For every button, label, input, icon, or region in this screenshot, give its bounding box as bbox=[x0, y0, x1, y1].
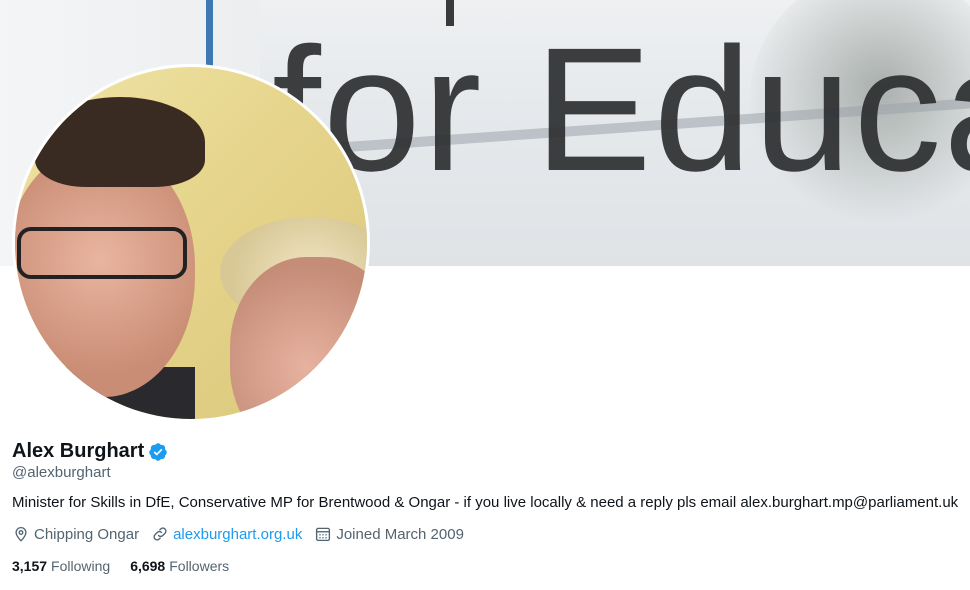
location-pin-icon bbox=[15, 527, 27, 542]
profile-name: Alex Burghart bbox=[12, 440, 145, 462]
followers-count: 6,698 bbox=[130, 558, 166, 574]
location-text: Chipping Ongar bbox=[34, 525, 140, 543]
profile-avatar[interactable] bbox=[12, 64, 370, 422]
following-stat[interactable]: 3,157 Following bbox=[12, 558, 110, 574]
profile-handle: @alexburghart bbox=[12, 464, 111, 481]
website-link[interactable]: alexburghart.org.uk bbox=[173, 526, 302, 543]
avatar-glasses bbox=[17, 227, 187, 279]
location-item: Chipping Ongar bbox=[12, 525, 139, 543]
followers-label: Followers bbox=[169, 558, 230, 574]
link-icon bbox=[153, 527, 167, 541]
profile-name-row: Alex Burghart bbox=[12, 440, 168, 463]
following-count: 3,157 bbox=[12, 558, 48, 574]
avatar-hair-left bbox=[35, 97, 205, 187]
verified-badge-icon[interactable] bbox=[148, 442, 168, 462]
profile-meta: Chipping Ongar alexburghart.org.uk Joine… bbox=[12, 525, 476, 543]
calendar-icon bbox=[316, 527, 331, 542]
website-item[interactable]: alexburghart.org.uk bbox=[151, 525, 302, 543]
profile-stats: 3,157 Following 6,698 Followers bbox=[12, 558, 249, 574]
following-label: Following bbox=[51, 558, 111, 574]
joined-text: Joined March 2009 bbox=[336, 525, 464, 543]
followers-stat[interactable]: 6,698 Followers bbox=[130, 558, 229, 574]
joined-item: Joined March 2009 bbox=[314, 525, 464, 543]
banner-blue-strip bbox=[206, 0, 213, 70]
profile-bio: Minister for Skills in DfE, Conservative… bbox=[12, 494, 959, 511]
banner-sign-text: for Educa bbox=[272, 12, 970, 208]
